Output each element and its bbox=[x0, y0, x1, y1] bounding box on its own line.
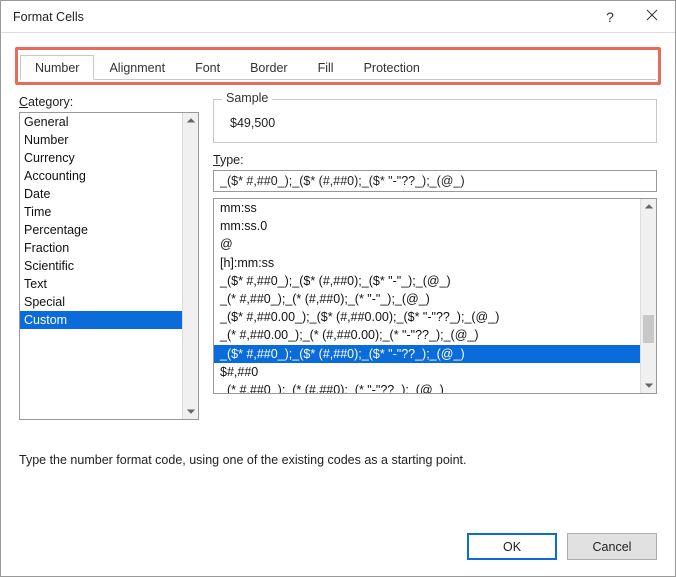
list-item[interactable]: mm:ss bbox=[214, 199, 640, 217]
hint-text: Type the number format code, using one o… bbox=[19, 453, 657, 467]
category-items: GeneralNumberCurrencyAccountingDateTimeP… bbox=[20, 113, 182, 419]
list-item[interactable]: @ bbox=[214, 235, 640, 253]
tab-label: Number bbox=[35, 61, 79, 75]
category-column: Category: GeneralNumberCurrencyAccountin… bbox=[19, 95, 199, 425]
scrollbar[interactable] bbox=[182, 113, 198, 419]
tab-alignment[interactable]: Alignment bbox=[94, 55, 180, 79]
list-item[interactable]: Time bbox=[20, 203, 182, 221]
tab-number[interactable]: Number bbox=[20, 55, 94, 80]
list-item[interactable]: Special bbox=[20, 293, 182, 311]
type-label: Type: bbox=[213, 153, 657, 167]
sample-value: $49,500 bbox=[230, 116, 646, 130]
list-item[interactable]: Custom bbox=[20, 311, 182, 329]
list-item[interactable]: Text bbox=[20, 275, 182, 293]
type-items: mm:ssmm:ss.0@[h]:mm:ss_($* #,##0_);_($* … bbox=[214, 199, 640, 393]
help-button[interactable]: ? bbox=[589, 2, 631, 32]
list-item[interactable]: Scientific bbox=[20, 257, 182, 275]
list-item[interactable]: Accounting bbox=[20, 167, 182, 185]
list-item[interactable]: Percentage bbox=[20, 221, 182, 239]
close-icon bbox=[646, 8, 658, 26]
list-item[interactable]: Number bbox=[20, 131, 182, 149]
sample-groupbox: Sample $49,500 bbox=[213, 99, 657, 143]
cancel-button[interactable]: Cancel bbox=[567, 533, 657, 560]
tab-border[interactable]: Border bbox=[235, 55, 303, 79]
button-label: Cancel bbox=[593, 540, 632, 554]
tab-font[interactable]: Font bbox=[180, 55, 235, 79]
scroll-up-icon[interactable] bbox=[641, 199, 656, 215]
scroll-down-icon[interactable] bbox=[183, 403, 198, 419]
list-item[interactable]: mm:ss.0 bbox=[214, 217, 640, 235]
category-label: Category: bbox=[19, 95, 199, 109]
list-item[interactable]: Fraction bbox=[20, 239, 182, 257]
list-item[interactable]: General bbox=[20, 113, 182, 131]
window-title: Format Cells bbox=[13, 10, 589, 24]
button-label: OK bbox=[503, 540, 521, 554]
type-listbox[interactable]: mm:ssmm:ss.0@[h]:mm:ss_($* #,##0_);_($* … bbox=[213, 198, 657, 394]
list-item[interactable]: _(* #,##0_);_(* (#,##0);_(* "-"_);_(@_) bbox=[214, 290, 640, 308]
tab-label: Font bbox=[195, 61, 220, 75]
list-item[interactable]: _(* #,##0_);_(* (#,##0);_(* "-"??_);_(@_… bbox=[214, 381, 640, 393]
list-item[interactable]: $#,##0 bbox=[214, 363, 640, 381]
tabs: Number Alignment Font Border Fill Protec… bbox=[20, 52, 656, 80]
scrollbar[interactable] bbox=[640, 199, 656, 393]
list-item[interactable]: Date bbox=[20, 185, 182, 203]
columns: Category: GeneralNumberCurrencyAccountin… bbox=[19, 95, 657, 425]
help-icon: ? bbox=[606, 9, 614, 25]
tab-label: Border bbox=[250, 61, 288, 75]
list-item[interactable]: _($* #,##0_);_($* (#,##0);_($* "-"??_);_… bbox=[214, 345, 640, 363]
list-item[interactable]: _($* #,##0.00_);_($* (#,##0.00);_($* "-"… bbox=[214, 308, 640, 326]
tab-label: Protection bbox=[364, 61, 420, 75]
dialog-body: Category: GeneralNumberCurrencyAccountin… bbox=[1, 85, 675, 521]
scroll-up-icon[interactable] bbox=[183, 113, 198, 129]
right-column: Sample $49,500 Type: mm:ssmm:ss.0@[h]:mm… bbox=[213, 95, 657, 425]
tab-label: Alignment bbox=[109, 61, 165, 75]
scroll-down-icon[interactable] bbox=[641, 377, 656, 393]
list-item[interactable]: _($* #,##0_);_($* (#,##0);_($* "-"_);_(@… bbox=[214, 272, 640, 290]
tab-fill[interactable]: Fill bbox=[303, 55, 349, 79]
tab-label: Fill bbox=[318, 61, 334, 75]
footer: OK Cancel bbox=[1, 521, 675, 576]
scroll-thumb[interactable] bbox=[643, 315, 654, 343]
list-item[interactable]: Currency bbox=[20, 149, 182, 167]
ok-button[interactable]: OK bbox=[467, 533, 557, 560]
format-cells-dialog: Format Cells ? Number Alignment Font Bor… bbox=[0, 0, 676, 577]
close-button[interactable] bbox=[631, 2, 673, 32]
sample-legend: Sample bbox=[222, 91, 272, 105]
titlebar: Format Cells ? bbox=[1, 1, 675, 33]
tabs-highlight-frame: Number Alignment Font Border Fill Protec… bbox=[15, 47, 661, 85]
type-input[interactable] bbox=[213, 170, 657, 192]
list-item[interactable]: _(* #,##0.00_);_(* (#,##0.00);_(* "-"??_… bbox=[214, 326, 640, 344]
category-listbox[interactable]: GeneralNumberCurrencyAccountingDateTimeP… bbox=[19, 112, 199, 420]
tab-protection[interactable]: Protection bbox=[349, 55, 435, 79]
list-item[interactable]: [h]:mm:ss bbox=[214, 254, 640, 272]
